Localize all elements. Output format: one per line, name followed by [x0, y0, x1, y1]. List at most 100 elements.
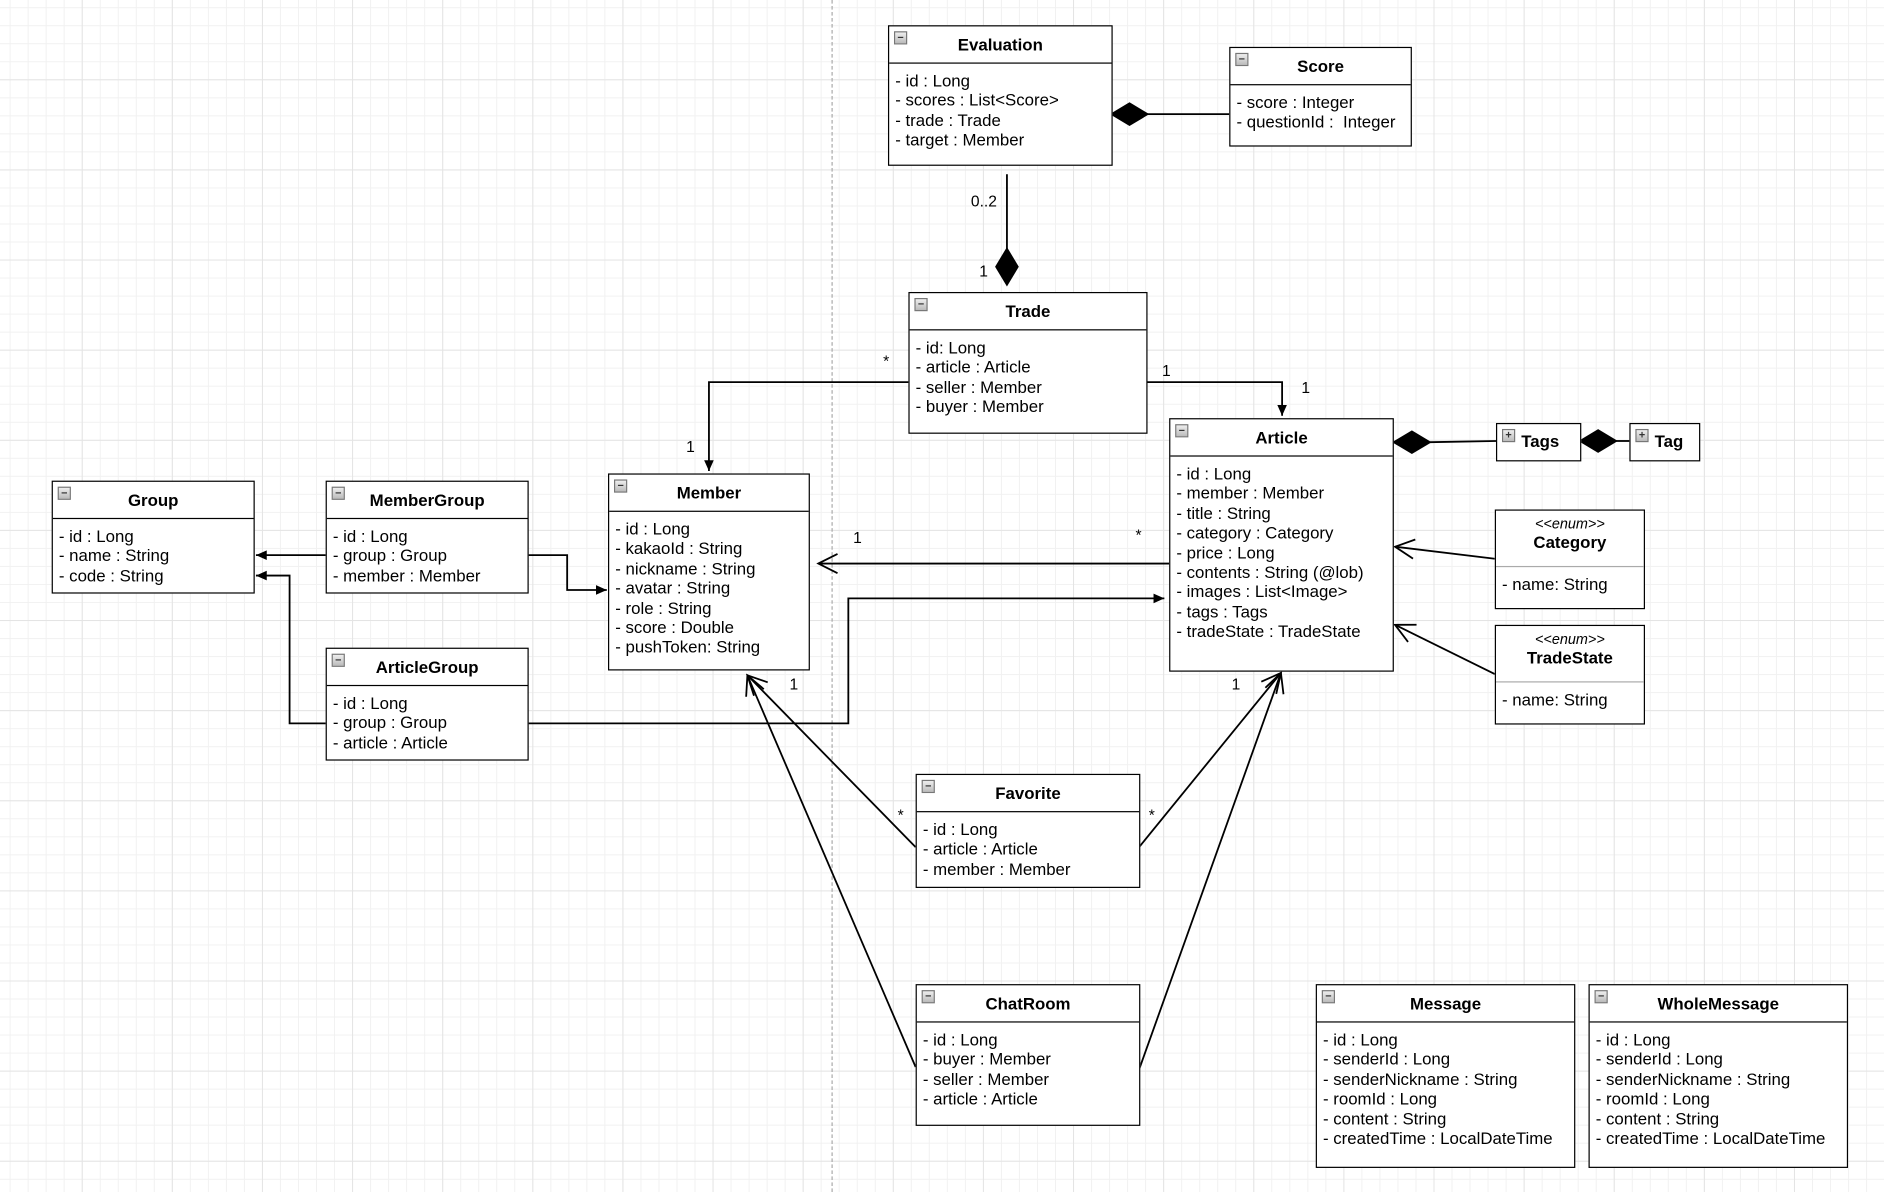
class-name: ArticleGroup — [375, 657, 479, 677]
collapse-icon[interactable]: − — [914, 297, 928, 312]
field-row: - id : Long — [895, 70, 971, 91]
field-row: - id: Long — [915, 337, 986, 357]
class-header: − Message — [1316, 985, 1575, 1023]
class-evaluation[interactable]: − Evaluation - id : Long - scores : List<Sc… — [887, 25, 1113, 166]
class-wholemessage[interactable]: − WholeMessage - id : Long - senderId : Lon… — [1588, 984, 1849, 1168]
collapse-icon[interactable]: − — [1235, 52, 1249, 67]
composition-diamond — [1392, 430, 1432, 455]
class-member[interactable]: − Member - id : Long - kakaoId : String - ni… — [608, 473, 810, 671]
composition-diamond — [1109, 102, 1150, 127]
class-trade[interactable]: − Trade - id: Long - article : Article - sel… — [908, 291, 1148, 434]
class-name: TradeState — [1526, 647, 1613, 667]
field-row: - id : Long — [615, 519, 691, 539]
edge-favorite-article — [1138, 671, 1283, 848]
field-row: - images : List<Image> — [1176, 582, 1348, 602]
multiplicity-label: 1 — [789, 675, 799, 694]
field-row: - contents : String (@lob) — [1176, 562, 1364, 582]
class-fields: - id : Long - member : Member - title : St… — [1170, 457, 1392, 642]
edge-article-tags — [1429, 440, 1497, 444]
edge-favorite-member — [745, 673, 917, 848]
field-row: - id : Long — [58, 526, 134, 546]
field-row: - article : Article — [922, 839, 1038, 859]
edge-chatroom-member — [745, 673, 917, 1068]
field-row: - id : Long — [922, 1029, 998, 1049]
class-name: WholeMessage — [1657, 993, 1780, 1013]
field-row: - target : Member — [895, 130, 1025, 150]
multiplicity-label: 1 — [1161, 361, 1171, 380]
field-row: - roomId : Long — [1322, 1088, 1438, 1109]
class-fields: - id : Long - senderId : Long - senderNick… — [1317, 1023, 1574, 1148]
edge-articlegroup-group — [255, 570, 326, 725]
field-row: - title : String — [1176, 503, 1271, 523]
class-header: − WholeMessage — [1589, 985, 1847, 1023]
class-group[interactable]: − Group - id : Long - name : String - code :… — [51, 480, 255, 594]
class-fields: - id : Long - group : Group - member : Mem… — [327, 519, 528, 585]
edge-category-article — [1393, 538, 1495, 560]
field-row: - name : String — [58, 546, 170, 566]
expand-icon[interactable]: + — [1502, 428, 1516, 443]
class-article[interactable]: − Article - id : Long - member : Member - ti… — [1169, 418, 1394, 672]
diagram-canvas[interactable]: 0..2 1 * 1 1 1 1 * * 1 * 1 − Evaluation - … — [0, 0, 1884, 1192]
collapse-icon[interactable]: − — [1321, 990, 1335, 1004]
class-chatroom[interactable]: − ChatRoom - id : Long - buyer : Member - se… — [915, 984, 1141, 1126]
class-fields: - id : Long - senderId : Long - senderNick… — [1590, 1023, 1847, 1148]
collapse-icon[interactable]: − — [331, 653, 345, 667]
class-articlegroup[interactable]: − ArticleGroup - id : Long - group : Group -… — [325, 647, 529, 761]
multiplicity-label: 1 — [1301, 378, 1311, 397]
field-row: - article : Article — [332, 732, 448, 752]
class-name: Favorite — [995, 783, 1061, 803]
field-row: - buyer : Member — [922, 1049, 1051, 1069]
expand-icon[interactable]: + — [1635, 428, 1649, 443]
field-row: - trade : Trade — [895, 110, 1001, 130]
class-fields: - score : Integer - questionId : Integer — [1230, 85, 1410, 132]
class-header: − Trade — [909, 293, 1147, 331]
class-fields: - id : Long - scores : List<Score> - trade… — [889, 64, 1111, 150]
class-header: − Group — [52, 482, 254, 520]
edge-trade-member — [704, 381, 909, 472]
class-name: ChatRoom — [985, 993, 1071, 1013]
multiplicity-label: 1 — [686, 437, 695, 456]
field-row: - scores : List<Score> — [895, 90, 1059, 110]
class-category[interactable]: <<enum>> Category - name: String — [1494, 509, 1645, 610]
class-message[interactable]: − Message - id : Long - senderId : Long - se… — [1315, 984, 1576, 1168]
field-row: - nickname : String — [615, 558, 756, 578]
field-row: - name: String — [1502, 574, 1608, 594]
collapse-icon[interactable]: − — [893, 31, 908, 45]
collapse-icon[interactable]: − — [331, 486, 345, 500]
class-favorite[interactable]: − Favorite - id : Long - article : Article -… — [915, 773, 1141, 888]
collapse-icon[interactable]: − — [1594, 990, 1608, 1004]
field-row: - createdTime : LocalDateTime — [1595, 1128, 1826, 1148]
class-tradestate[interactable]: <<enum>> TradeState - name: String — [1494, 624, 1645, 725]
field-row: - id : Long — [332, 526, 408, 546]
collapse-icon[interactable]: − — [921, 779, 935, 794]
field-row: - id : Long — [1595, 1029, 1671, 1049]
class-name: Score — [1297, 56, 1344, 76]
field-row: - tags : Tags — [1176, 601, 1268, 622]
collapse-icon[interactable]: − — [1175, 424, 1189, 438]
collapse-icon[interactable]: − — [921, 990, 935, 1004]
field-row: - seller : Member — [922, 1069, 1050, 1089]
class-membergroup[interactable]: − MemberGroup - id : Long - group : Group - … — [325, 480, 529, 594]
class-fields: - name: String — [1496, 683, 1644, 710]
field-row: - price : Long — [1176, 542, 1275, 562]
field-row: - kakaoId : String — [615, 538, 743, 559]
class-header: − ChatRoom — [916, 985, 1140, 1023]
stereotype-label: <<enum>> — [1535, 630, 1605, 648]
class-tag[interactable]: + Tag — [1629, 422, 1701, 462]
class-fields: - id: Long - article : Article - seller : … — [910, 330, 1147, 416]
field-row: - pushToken: String — [615, 637, 761, 657]
class-name: Evaluation — [957, 34, 1043, 55]
class-score[interactable]: − Score - score : Integer - questionId : In… — [1229, 46, 1412, 147]
field-row: - content : String — [1595, 1108, 1720, 1128]
class-header: − ArticleGroup — [326, 649, 528, 687]
stereotype-label: <<enum>> — [1535, 515, 1605, 533]
field-row: - id : Long — [922, 819, 998, 839]
class-header: − Evaluation — [889, 26, 1112, 64]
multiplicity-label: 0..2 — [970, 192, 997, 211]
composition-diamond — [1578, 429, 1618, 453]
field-row: - tradeState : TradeState — [1176, 621, 1361, 641]
collapse-icon[interactable]: − — [57, 486, 71, 500]
collapse-icon[interactable]: − — [614, 479, 628, 493]
field-row: - id : Long — [332, 693, 408, 713]
class-tags[interactable]: + Tags — [1495, 422, 1582, 462]
